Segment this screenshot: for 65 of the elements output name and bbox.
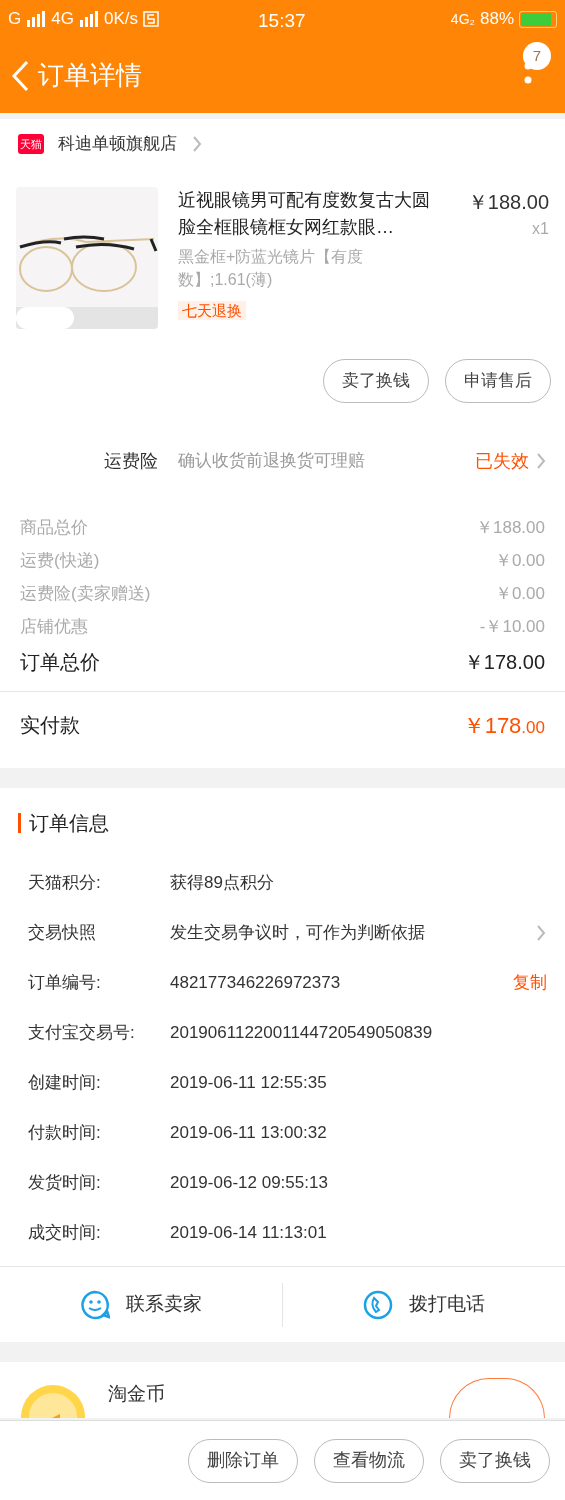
info-label: 发货时间:	[28, 1172, 102, 1195]
action-button[interactable]: 卖了换钱	[440, 1438, 550, 1483]
info-value: 2019-06-11 13:00:32	[170, 1122, 328, 1144]
info-value: 获得89点积分	[170, 872, 275, 894]
store-name: 科迪单顿旗舰店	[58, 133, 177, 156]
info-label: 天猫积分:	[28, 872, 102, 895]
insurance-description: 确认收货前退换货可理赔	[178, 450, 366, 472]
price-value: ￥188.00	[476, 516, 545, 539]
status-time: 15:37	[258, 9, 306, 33]
product-quantity: x1	[532, 219, 549, 239]
insurance-status: 已失效	[475, 449, 529, 473]
notification-badge: 7	[523, 42, 551, 70]
action-button[interactable]: 删除订单	[188, 1438, 298, 1483]
battery-icon	[519, 10, 557, 28]
chevron-icon	[191, 135, 203, 153]
info-label: 订单编号:	[28, 972, 102, 995]
info-value: 2019-06-11 12:55:35	[170, 1072, 328, 1094]
battery-percent: 88%	[479, 8, 514, 31]
info-value: 2019061122001144720549050839	[170, 1022, 434, 1044]
paid-label: 实付款	[20, 713, 80, 738]
price-label: 订单总价	[20, 650, 100, 675]
chevron-icon	[535, 924, 547, 942]
product-title: 近视眼镜男可配有度数复古大圆脸全框眼镜框女网红款眼…	[178, 189, 431, 239]
product-spec: 黑金框+防蓝光镜片【有度数】;1.61(薄)	[178, 247, 365, 290]
action-button[interactable]: 查看物流	[314, 1438, 424, 1483]
info-value: 发生交易争议时，可作为判断依据	[170, 922, 426, 944]
price-label: 运费(快递)	[20, 549, 100, 572]
price-label: 运费险(卖家赠送)	[20, 582, 151, 605]
info-value: 482177346226972373	[170, 972, 342, 994]
section-title: 订单信息	[29, 811, 109, 836]
insurance-label: 运费险	[103, 449, 158, 473]
tmall-badge: 天猫	[18, 134, 44, 154]
contact-button[interactable]: 拨打电话	[283, 1267, 565, 1342]
info-label: 成交时间:	[28, 1222, 102, 1245]
action-button[interactable]: 申请售后	[445, 359, 551, 403]
phone-icon	[363, 1289, 393, 1320]
price-label: 店铺优惠	[20, 615, 88, 638]
contact-button[interactable]: 联系卖家	[0, 1267, 282, 1342]
chat-icon	[80, 1289, 110, 1320]
price-value: -￥10.00	[479, 615, 545, 638]
status-text: G	[8, 8, 22, 31]
price-value: ￥178.00	[463, 650, 545, 675]
info-value: 2019-06-14 11:13:01	[170, 1222, 328, 1244]
price-value: ￥0.00	[494, 582, 545, 605]
return-policy-tag: 七天退换	[178, 301, 246, 320]
chevron-icon	[535, 452, 547, 470]
signal-icon	[26, 11, 47, 27]
info-value: 2019-06-12 09:55:13	[170, 1172, 329, 1194]
price-value: ￥0.00	[494, 549, 545, 572]
page-title: 订单详情	[38, 59, 142, 92]
price-label: 商品总价	[20, 516, 88, 539]
paid-amount: ￥178.00	[462, 711, 545, 740]
info-label: 付款时间:	[28, 1122, 102, 1145]
info-label: 创建时间:	[28, 1072, 102, 1095]
status-text: 4G	[51, 8, 74, 31]
back-icon	[10, 59, 30, 92]
product-price: ￥188.00	[467, 190, 549, 215]
status-text: 0K/s	[103, 8, 138, 31]
info-label: 交易快照	[28, 922, 97, 945]
action-button[interactable]: 卖了换钱	[323, 359, 429, 403]
network-text: 4G₂	[450, 9, 475, 29]
info-label: 支付宝交易号:	[28, 1022, 136, 1045]
coin-title: 淘金币	[108, 1384, 165, 1404]
sim-icon	[142, 11, 159, 27]
signal-icon	[78, 11, 99, 27]
